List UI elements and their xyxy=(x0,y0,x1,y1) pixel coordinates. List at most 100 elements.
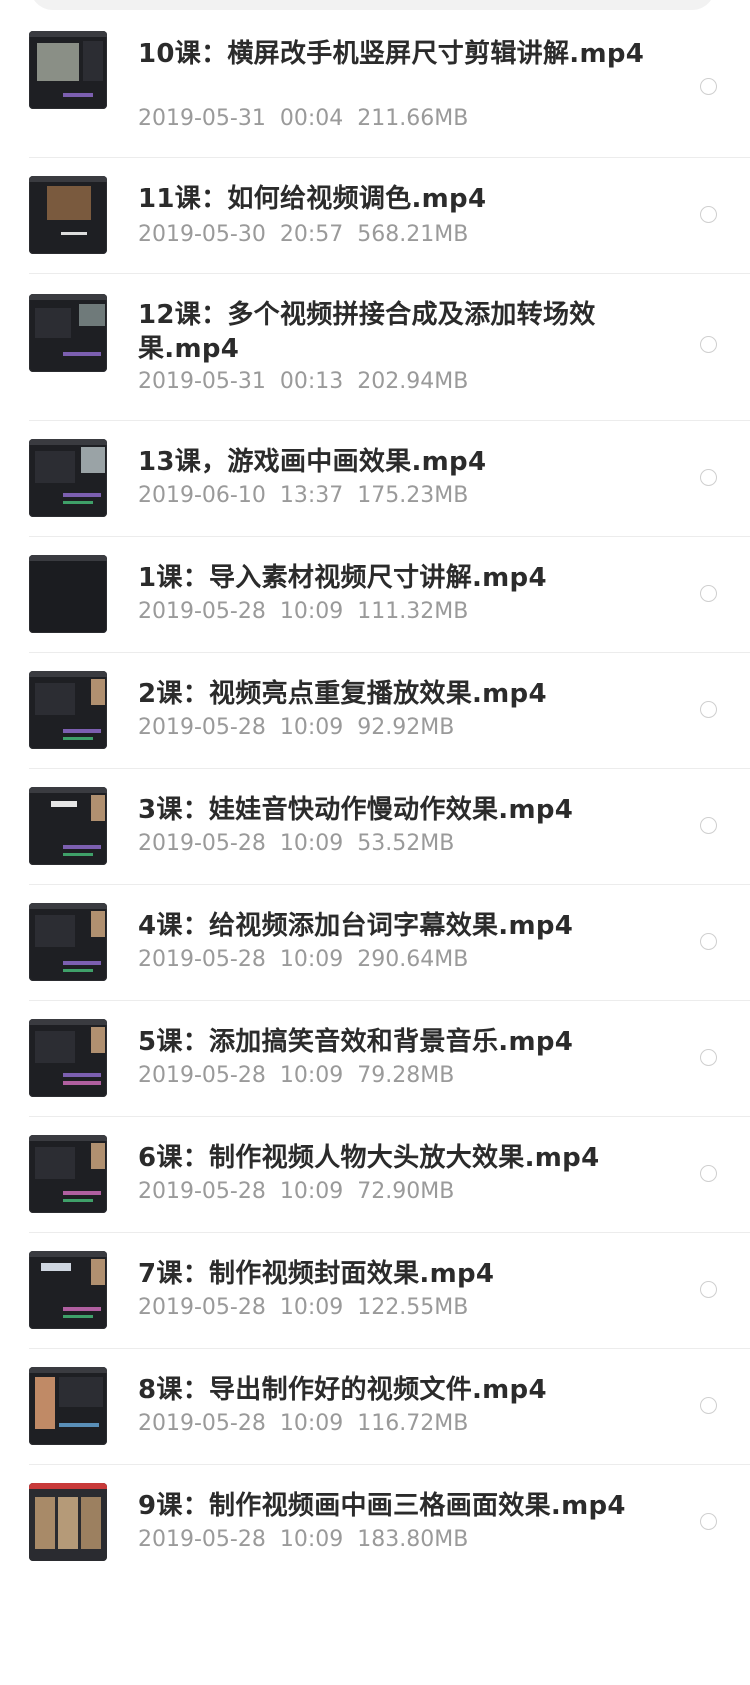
file-title: 4课：给视频添加台词字幕效果.mp4 xyxy=(138,911,574,941)
file-meta: 2019-05-28 10:09 116.72MB xyxy=(138,1410,482,1438)
file-size: 53.52MB xyxy=(357,831,455,856)
file-date: 2019-05-28 xyxy=(138,715,266,740)
file-meta: 2019-05-28 10:09 183.80MB xyxy=(138,1526,482,1554)
select-radio[interactable] xyxy=(700,206,717,223)
video-thumbnail-icon xyxy=(29,176,107,254)
select-radio[interactable] xyxy=(700,817,717,834)
file-item-13[interactable]: 13课，游戏画中画效果.mp4 2019-06-10 13:37 175.23MB xyxy=(0,421,750,537)
file-item-8[interactable]: 8课：导出制作好的视频文件.mp4 2019-05-28 10:09 116.72M… xyxy=(0,1349,750,1465)
file-time: 13:37 xyxy=(279,483,344,508)
file-time: 10:09 xyxy=(279,947,344,972)
file-item-11[interactable]: 11课：如何给视频调色.mp4 2019-05-30 20:57 568.21MB xyxy=(0,158,750,274)
video-thumbnail-icon xyxy=(29,555,107,633)
select-radio[interactable] xyxy=(700,336,717,353)
file-title: 1课：导入素材视频尺寸讲解.mp4 xyxy=(138,563,547,593)
file-item-6[interactable]: 6课：制作视频人物大头放大效果.mp4 2019-05-28 10:09 72.90… xyxy=(0,1117,750,1233)
file-title: 2课：视频亮点重复播放效果.mp4 xyxy=(138,679,547,709)
file-meta: 2019-05-28 10:09 290.64MB xyxy=(138,946,482,974)
file-title: 8课：导出制作好的视频文件.mp4 xyxy=(138,1375,547,1405)
file-time: 10:09 xyxy=(279,1063,344,1088)
file-time: 10:09 xyxy=(279,1295,344,1320)
file-size: 122.55MB xyxy=(357,1295,469,1320)
file-date: 2019-05-28 xyxy=(138,1179,266,1204)
file-date: 2019-05-28 xyxy=(138,947,266,972)
file-title: 12课：多个视频拼接合成及添加转场效果.mp4 xyxy=(138,300,596,364)
file-size: 202.94MB xyxy=(357,369,469,394)
file-time: 20:57 xyxy=(279,222,344,247)
file-meta: 2019-05-28 10:09 92.92MB xyxy=(138,714,468,742)
file-item-12[interactable]: 12课：多个视频拼接合成及添加转场效果.mp4 2019-05-31 00:13 2… xyxy=(0,274,750,421)
select-radio[interactable] xyxy=(700,1513,717,1530)
video-thumbnail-icon xyxy=(29,903,107,981)
file-size: 79.28MB xyxy=(357,1063,455,1088)
file-meta: 2019-05-31 00:04 211.66MB xyxy=(138,105,482,133)
video-thumbnail-icon xyxy=(29,31,107,109)
file-size: 72.90MB xyxy=(357,1179,455,1204)
file-date: 2019-05-28 xyxy=(138,1527,266,1552)
video-thumbnail-icon xyxy=(29,671,107,749)
file-date: 2019-05-30 xyxy=(138,222,266,247)
select-radio[interactable] xyxy=(700,1397,717,1414)
file-meta: 2019-05-30 20:57 568.21MB xyxy=(138,221,482,249)
video-thumbnail-icon xyxy=(29,1251,107,1329)
file-meta: 2019-05-28 10:09 122.55MB xyxy=(138,1294,482,1322)
video-thumbnail-icon xyxy=(29,439,107,517)
video-thumbnail-icon xyxy=(29,1135,107,1213)
file-meta: 2019-06-10 13:37 175.23MB xyxy=(138,482,482,510)
select-radio[interactable] xyxy=(700,1281,717,1298)
file-time: 10:09 xyxy=(279,599,344,624)
file-item-3[interactable]: 3课：娃娃音快动作慢动作效果.mp4 2019-05-28 10:09 53.52M… xyxy=(0,769,750,885)
file-size: 211.66MB xyxy=(357,106,469,131)
file-title: 13课，游戏画中画效果.mp4 xyxy=(138,447,487,477)
file-size: 92.92MB xyxy=(357,715,455,740)
select-radio[interactable] xyxy=(700,78,717,95)
video-thumbnail-icon xyxy=(29,294,107,372)
file-title: 5课：添加搞笑音效和背景音乐.mp4 xyxy=(138,1027,574,1057)
file-size: 116.72MB xyxy=(357,1411,469,1436)
file-size: 183.80MB xyxy=(357,1527,469,1552)
file-item-10[interactable]: 10课：横屏改手机竖屏尺寸剪辑讲解.mp4 2019-05-31 00:04 211… xyxy=(0,0,750,158)
select-radio[interactable] xyxy=(700,933,717,950)
file-date: 2019-05-28 xyxy=(138,1411,266,1436)
file-meta: 2019-05-28 10:09 79.28MB xyxy=(138,1062,468,1090)
file-time: 00:04 xyxy=(279,106,344,131)
video-thumbnail-icon xyxy=(29,1019,107,1097)
file-item-1[interactable]: 1课：导入素材视频尺寸讲解.mp4 2019-05-28 10:09 111.32M… xyxy=(0,537,750,653)
file-size: 568.21MB xyxy=(357,222,469,247)
file-meta: 2019-05-28 10:09 53.52MB xyxy=(138,830,468,858)
select-radio[interactable] xyxy=(700,469,717,486)
file-item-7[interactable]: 7课：制作视频封面效果.mp4 2019-05-28 10:09 122.55MB xyxy=(0,1233,750,1349)
file-title: 10课：横屏改手机竖屏尺寸剪辑讲解.mp4 xyxy=(138,39,645,69)
file-time: 10:09 xyxy=(279,715,344,740)
file-date: 2019-05-28 xyxy=(138,1063,266,1088)
select-radio[interactable] xyxy=(700,585,717,602)
file-title: 11课：如何给视频调色.mp4 xyxy=(138,184,487,214)
file-time: 10:09 xyxy=(279,1179,344,1204)
file-item-9[interactable]: 9课：制作视频画中画三格画面效果.mp4 2019-05-28 10:09 183.… xyxy=(0,1465,750,1585)
file-title: 9课：制作视频画中画三格画面效果.mp4 xyxy=(138,1491,626,1521)
video-thumbnail-icon xyxy=(29,787,107,865)
file-title: 3课：娃娃音快动作慢动作效果.mp4 xyxy=(138,795,574,825)
file-date: 2019-05-28 xyxy=(138,1295,266,1320)
file-item-5[interactable]: 5课：添加搞笑音效和背景音乐.mp4 2019-05-28 10:09 79.28M… xyxy=(0,1001,750,1117)
file-time: 00:13 xyxy=(279,369,344,394)
file-date: 2019-05-28 xyxy=(138,831,266,856)
file-meta: 2019-05-28 10:09 72.90MB xyxy=(138,1178,468,1206)
file-meta: 2019-05-31 00:13 202.94MB xyxy=(138,368,482,396)
file-time: 10:09 xyxy=(279,1527,344,1552)
file-date: 2019-05-31 xyxy=(138,369,266,394)
select-radio[interactable] xyxy=(700,1049,717,1066)
select-radio[interactable] xyxy=(700,1165,717,1182)
file-item-4[interactable]: 4课：给视频添加台词字幕效果.mp4 2019-05-28 10:09 290.64… xyxy=(0,885,750,1001)
file-title: 7课：制作视频封面效果.mp4 xyxy=(138,1259,495,1289)
file-meta: 2019-05-28 10:09 111.32MB xyxy=(138,598,482,626)
video-thumbnail-icon xyxy=(29,1367,107,1445)
file-date: 2019-06-10 xyxy=(138,483,266,508)
video-thumbnail-icon xyxy=(29,1483,107,1561)
select-radio[interactable] xyxy=(700,701,717,718)
file-size: 111.32MB xyxy=(357,599,469,624)
file-title: 6课：制作视频人物大头放大效果.mp4 xyxy=(138,1143,600,1173)
file-time: 10:09 xyxy=(279,1411,344,1436)
file-time: 10:09 xyxy=(279,831,344,856)
file-item-2[interactable]: 2课：视频亮点重复播放效果.mp4 2019-05-28 10:09 92.92MB xyxy=(0,653,750,769)
